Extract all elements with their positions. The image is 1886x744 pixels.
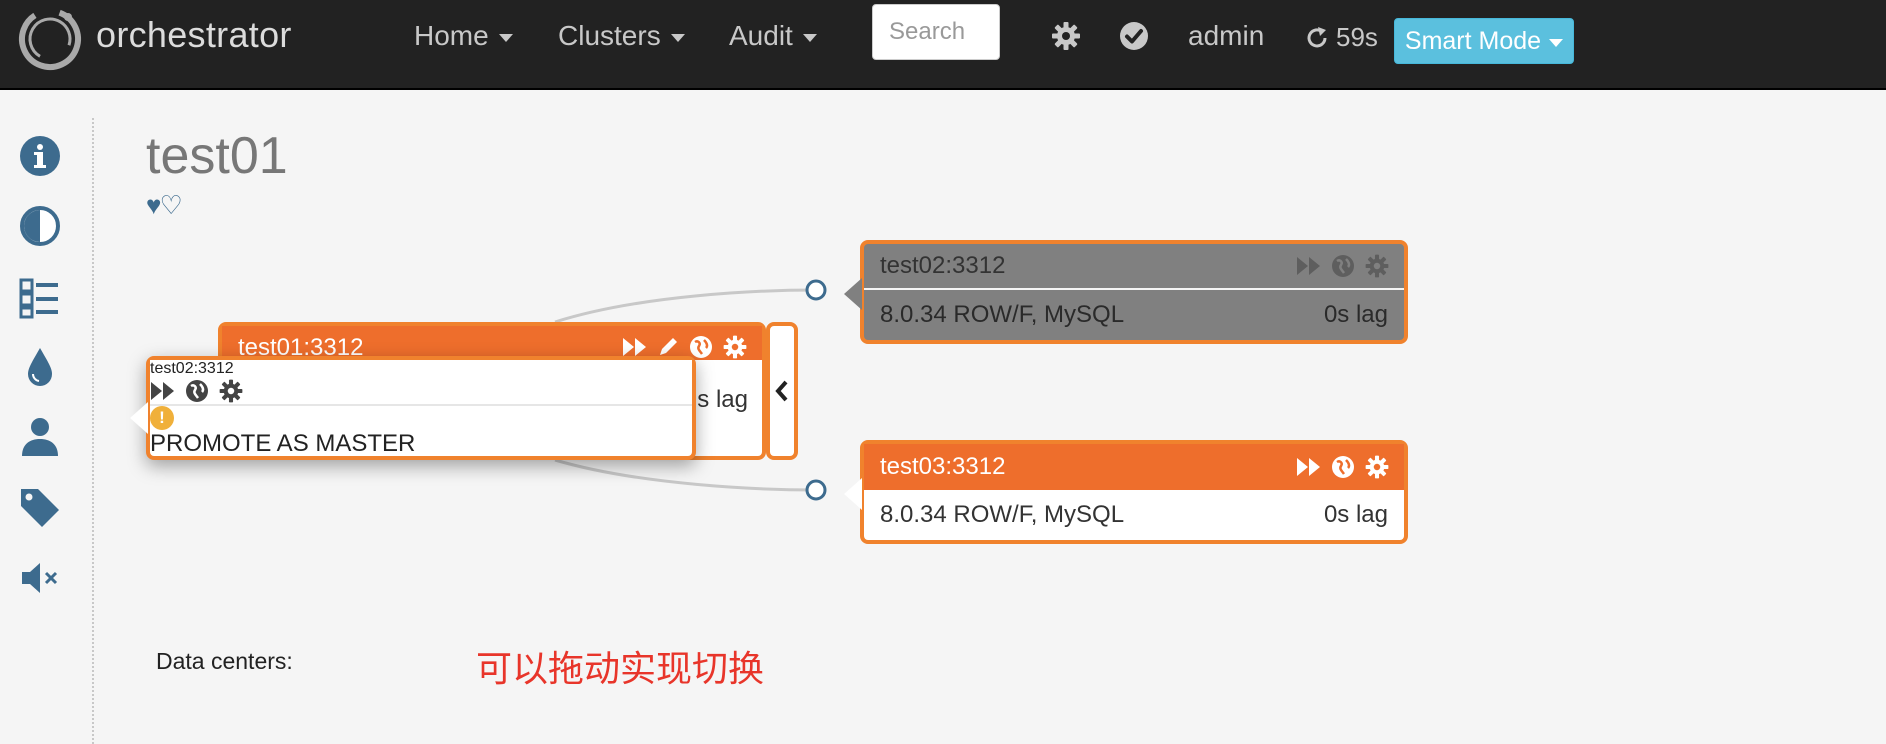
instance-test03-body: 8.0.34 ROW/F, MySQL 0s lag bbox=[864, 490, 1404, 540]
gear-icon[interactable] bbox=[1050, 20, 1082, 52]
dragged-instance-body: ! PROMOTE AS MASTER bbox=[150, 406, 692, 458]
chevron-down-icon bbox=[1549, 39, 1564, 47]
globe-icon[interactable] bbox=[184, 378, 210, 404]
chevron-down-icon bbox=[802, 34, 817, 42]
promote-as-master-label: PROMOTE AS MASTER bbox=[150, 430, 416, 457]
instance-test02-header: test02:3312 bbox=[864, 244, 1404, 290]
volume-off-icon[interactable] bbox=[18, 556, 62, 600]
nav-menu-audit[interactable]: Audit bbox=[729, 20, 817, 52]
fast-forward-icon[interactable] bbox=[1296, 456, 1322, 478]
instance-test02-body: 8.0.34 ROW/F, MySQL 0s lag bbox=[864, 290, 1404, 340]
top-navbar: orchestrator Home Clusters Audit admin 5… bbox=[0, 0, 1886, 90]
tint-icon[interactable] bbox=[18, 344, 62, 388]
smart-mode-button[interactable]: Smart Mode bbox=[1394, 18, 1574, 64]
instance-test02-version: 8.0.34 ROW/F, MySQL bbox=[880, 301, 1125, 328]
instance-test03[interactable]: test03:3312 8.0.34 ROW/F, MySQL 0s lag bbox=[844, 440, 1408, 544]
refresh-countdown[interactable]: 59s bbox=[1304, 22, 1378, 53]
user-menu[interactable]: admin bbox=[1188, 20, 1264, 52]
gear-icon[interactable] bbox=[722, 334, 748, 360]
fast-forward-icon[interactable] bbox=[1296, 255, 1322, 277]
nav-menu-audit-label: Audit bbox=[729, 20, 793, 51]
gear-icon[interactable] bbox=[218, 378, 244, 404]
dragged-instance-actions bbox=[150, 378, 692, 404]
fast-forward-icon[interactable] bbox=[150, 380, 176, 402]
gear-icon[interactable] bbox=[1364, 454, 1390, 480]
favorite-hearts-icon[interactable]: ♥♡ bbox=[146, 190, 183, 221]
check-circle-icon[interactable] bbox=[1118, 20, 1150, 52]
chevron-down-icon bbox=[670, 34, 685, 42]
instance-test02-name: test02:3312 bbox=[880, 252, 1006, 279]
nav-menu-home-label: Home bbox=[414, 20, 489, 51]
user-icon[interactable] bbox=[18, 414, 62, 458]
warning-icon: ! bbox=[150, 406, 174, 430]
instance-test01-lag: s lag bbox=[697, 386, 748, 413]
orchestrator-logo-icon bbox=[19, 8, 81, 70]
instance-test03-actions bbox=[1296, 454, 1390, 480]
chevron-down-icon bbox=[498, 34, 513, 42]
fast-forward-icon[interactable] bbox=[622, 336, 648, 358]
instance-test01-header: test01:3312 bbox=[222, 326, 762, 361]
nav-menu-clusters-label: Clusters bbox=[558, 20, 661, 51]
smart-mode-label: Smart Mode bbox=[1404, 26, 1542, 55]
data-centers-label: Data centers: bbox=[156, 648, 293, 674]
globe-icon[interactable] bbox=[1330, 454, 1356, 480]
dragged-instance-header: test02:3312 bbox=[150, 360, 692, 406]
brand-name: orchestrator bbox=[96, 14, 292, 55]
instance-test02-lag: 0s lag bbox=[1323, 301, 1388, 328]
instance-test03-name: test03:3312 bbox=[880, 453, 1006, 480]
collapse-replicas-handle[interactable] bbox=[766, 322, 798, 460]
drag-switch-annotation: 可以拖动实现切换 bbox=[476, 649, 765, 690]
globe-icon[interactable] bbox=[1330, 253, 1356, 279]
refresh-icon bbox=[1307, 26, 1327, 47]
search-input[interactable] bbox=[872, 4, 1000, 60]
gear-icon[interactable] bbox=[1364, 253, 1390, 279]
cluster-title: test01 bbox=[146, 127, 288, 185]
nav-menu-clusters[interactable]: Clusters bbox=[558, 20, 685, 52]
instance-test03-version: 8.0.34 ROW/F, MySQL bbox=[880, 501, 1125, 528]
dragged-instance-name: test02:3312 bbox=[150, 360, 234, 377]
nav-menu-home[interactable]: Home bbox=[414, 20, 513, 52]
instance-test03-header: test03:3312 bbox=[864, 444, 1404, 490]
chevron-left-icon bbox=[775, 380, 788, 402]
refresh-countdown-value: 59s bbox=[1336, 22, 1378, 52]
info-icon[interactable] bbox=[18, 134, 62, 178]
instance-test02-actions bbox=[1296, 253, 1390, 279]
tag-icon[interactable] bbox=[18, 486, 62, 530]
contrast-icon[interactable] bbox=[18, 204, 62, 248]
tasks-icon[interactable] bbox=[18, 276, 62, 320]
instance-test02[interactable]: test02:3312 8.0.34 ROW/F, MySQL 0s lag bbox=[844, 240, 1408, 344]
dragged-instance-test02[interactable]: test02:3312 ! PROMOTE AS MASTER bbox=[130, 356, 696, 460]
sidebar-divider bbox=[92, 118, 94, 744]
instance-test03-lag: 0s lag bbox=[1323, 501, 1388, 528]
brand[interactable]: orchestrator bbox=[16, 4, 292, 74]
